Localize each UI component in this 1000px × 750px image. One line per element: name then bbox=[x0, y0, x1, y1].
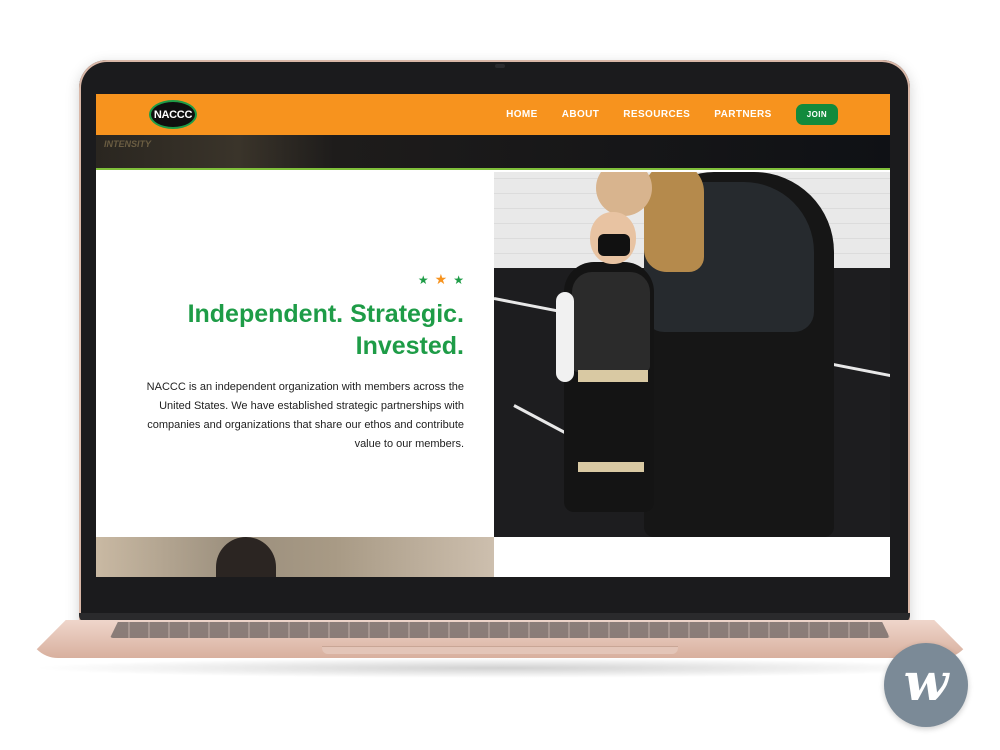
athlete-uniform-band bbox=[578, 370, 648, 382]
laptop-shadow bbox=[30, 658, 970, 678]
gym-logo-text: INTENSITY bbox=[104, 139, 152, 149]
secondary-photo bbox=[96, 537, 494, 577]
nav-home[interactable]: HOME bbox=[506, 109, 538, 120]
hero-image-strip: INTENSITY bbox=[96, 135, 890, 170]
laptop-camera bbox=[495, 64, 505, 68]
star-green-icon: ★ bbox=[453, 273, 464, 287]
athlete-leg-band bbox=[578, 462, 644, 472]
logo-text: NACCC bbox=[153, 108, 193, 121]
nav-partners[interactable]: PARTNERS bbox=[714, 109, 771, 120]
join-button[interactable]: JOIN bbox=[795, 104, 838, 125]
naccc-logo[interactable]: NACCC bbox=[149, 100, 197, 129]
watermark-letter: w bbox=[903, 652, 949, 713]
headline-line-1: Independent. Strategic. bbox=[187, 300, 464, 328]
star-green-icon: ★ bbox=[417, 273, 429, 287]
blank-panel bbox=[494, 537, 890, 577]
athlete-arm bbox=[556, 292, 574, 382]
trackpad-notch bbox=[322, 646, 678, 654]
headline-line-2: Invested. bbox=[355, 332, 464, 360]
nav-resources[interactable]: RESOURCES bbox=[623, 109, 690, 120]
stars-decoration: ★ ★ ★ bbox=[418, 272, 464, 286]
cheer-photo bbox=[494, 172, 890, 537]
keyboard bbox=[110, 622, 890, 638]
star-orange-icon: ★ bbox=[434, 271, 448, 287]
watermark-logo-icon: w bbox=[884, 643, 968, 727]
athlete-mask bbox=[598, 234, 630, 256]
site-header: NACCC HOME ABOUT RESOURCES PARTNERS JOIN bbox=[96, 94, 890, 135]
athlete-uniform bbox=[572, 272, 650, 372]
intro-paragraph: NACCC is an independent organization wit… bbox=[146, 381, 464, 450]
page-headline: Independent. Strategic. Invested. bbox=[124, 298, 464, 362]
main-nav: HOME ABOUT RESOURCES PARTNERS JOIN bbox=[506, 94, 838, 135]
laptop-screen: NACCC HOME ABOUT RESOURCES PARTNERS JOIN… bbox=[96, 94, 890, 577]
intro-section: ★ ★ ★ Independent. Strategic. Invested. … bbox=[96, 172, 494, 537]
secondary-photo-subject bbox=[216, 537, 276, 577]
nav-about[interactable]: ABOUT bbox=[562, 109, 600, 120]
coach-hair bbox=[644, 172, 704, 272]
